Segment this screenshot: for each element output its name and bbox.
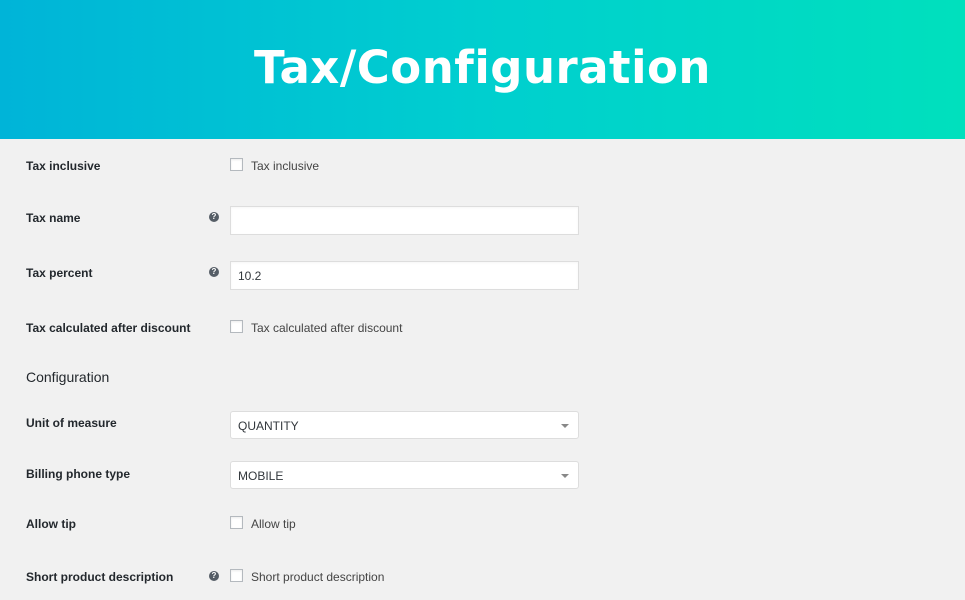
allow-tip-checkbox-label[interactable]: Allow tip [251, 517, 296, 531]
tax-after-discount-checkbox-label[interactable]: Tax calculated after discount [251, 321, 402, 335]
short-product-description-checkbox[interactable] [230, 569, 243, 582]
unit-of-measure-select[interactable]: QUANTITY [230, 411, 579, 439]
tax-name-input[interactable] [230, 206, 579, 235]
tax-after-discount-checkbox[interactable] [230, 320, 243, 333]
tax-after-discount-label: Tax calculated after discount [26, 321, 191, 335]
short-product-description-checkbox-label[interactable]: Short product description [251, 570, 384, 584]
chevron-down-icon [561, 474, 569, 478]
unit-of-measure-value: QUANTITY [238, 419, 299, 433]
tax-percent-label: Tax percent [26, 266, 93, 280]
tax-inclusive-checkbox[interactable] [230, 158, 243, 171]
billing-phone-type-value: MOBILE [238, 469, 284, 483]
billing-phone-type-label: Billing phone type [26, 467, 130, 481]
allow-tip-label: Allow tip [26, 517, 76, 531]
help-circle-icon[interactable]: ? [209, 571, 219, 581]
tax-inclusive-checkbox-label[interactable]: Tax inclusive [251, 159, 319, 173]
tax-name-label: Tax name [26, 211, 81, 225]
help-circle-icon[interactable]: ? [209, 267, 219, 277]
unit-of-measure-label: Unit of measure [26, 416, 117, 430]
tax-inclusive-label: Tax inclusive [26, 159, 101, 173]
allow-tip-checkbox[interactable] [230, 516, 243, 529]
billing-phone-type-select[interactable]: MOBILE [230, 461, 579, 489]
help-circle-icon[interactable]: ? [209, 212, 219, 222]
short-product-description-label: Short product description [26, 570, 174, 584]
configuration-heading: Configuration [26, 369, 110, 385]
header-banner: Tax/Configuration [0, 0, 965, 139]
page-title: Tax/Configuration [254, 41, 711, 94]
tax-percent-input[interactable] [230, 261, 579, 290]
chevron-down-icon [561, 424, 569, 428]
